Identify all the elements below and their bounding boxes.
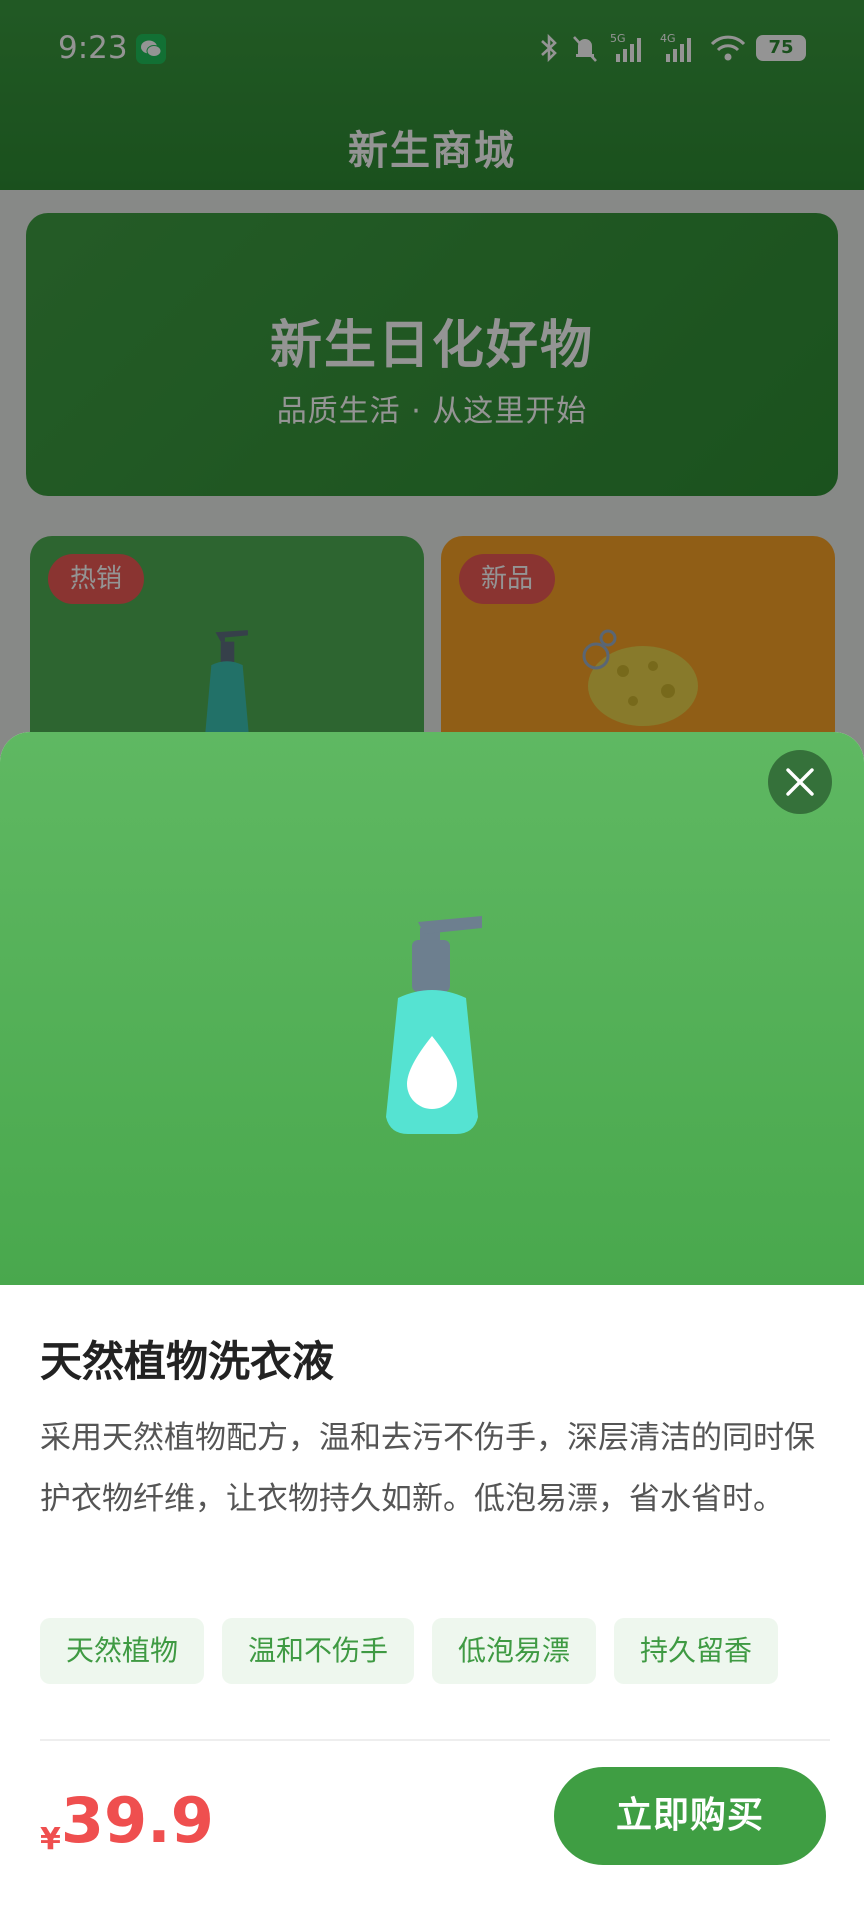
- product-tags: 天然植物 温和不伤手 低泡易漂 持久留香: [40, 1618, 779, 1684]
- price-currency: ¥: [40, 1822, 61, 1857]
- product-price: ¥39.9: [40, 1784, 214, 1857]
- close-icon: [786, 768, 814, 796]
- product-name: 天然植物洗衣液: [40, 1337, 335, 1386]
- product-description: 采用天然植物配方，温和去污不伤手，深层清洁的同时保护衣物纤维，让衣物持久如新。低…: [40, 1420, 815, 1517]
- product-tag: 低泡易漂: [432, 1618, 597, 1684]
- soap-bottle-icon: [362, 912, 502, 1146]
- price-value: 39.9: [60, 1784, 214, 1857]
- buy-now-button[interactable]: 立即购买: [554, 1767, 826, 1865]
- close-button[interactable]: [768, 750, 832, 814]
- product-hero: [0, 732, 864, 1285]
- divider: [40, 1739, 830, 1741]
- product-tag: 温和不伤手: [222, 1618, 415, 1684]
- product-detail-sheet: 天然植物洗衣液 采用天然植物配方，温和去污不伤手，深层清洁的同时保护衣物纤维，让…: [0, 732, 864, 1920]
- product-tag: 天然植物: [40, 1618, 205, 1684]
- product-tag: 持久留香: [614, 1618, 779, 1684]
